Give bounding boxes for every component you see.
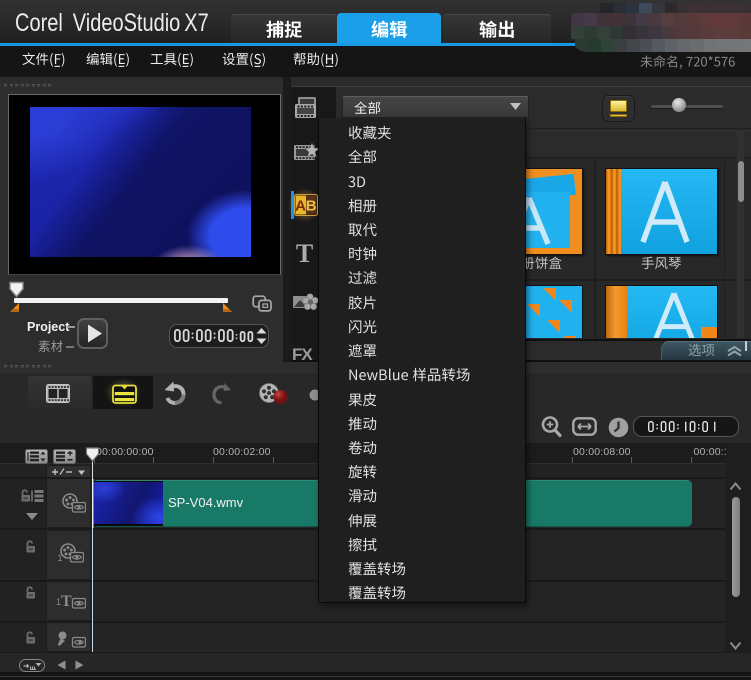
svg-text:A: A [295, 198, 306, 215]
svg-text:B: B [306, 198, 317, 215]
svg-text:T: T [61, 593, 72, 609]
svg-text:T: T [296, 242, 313, 265]
